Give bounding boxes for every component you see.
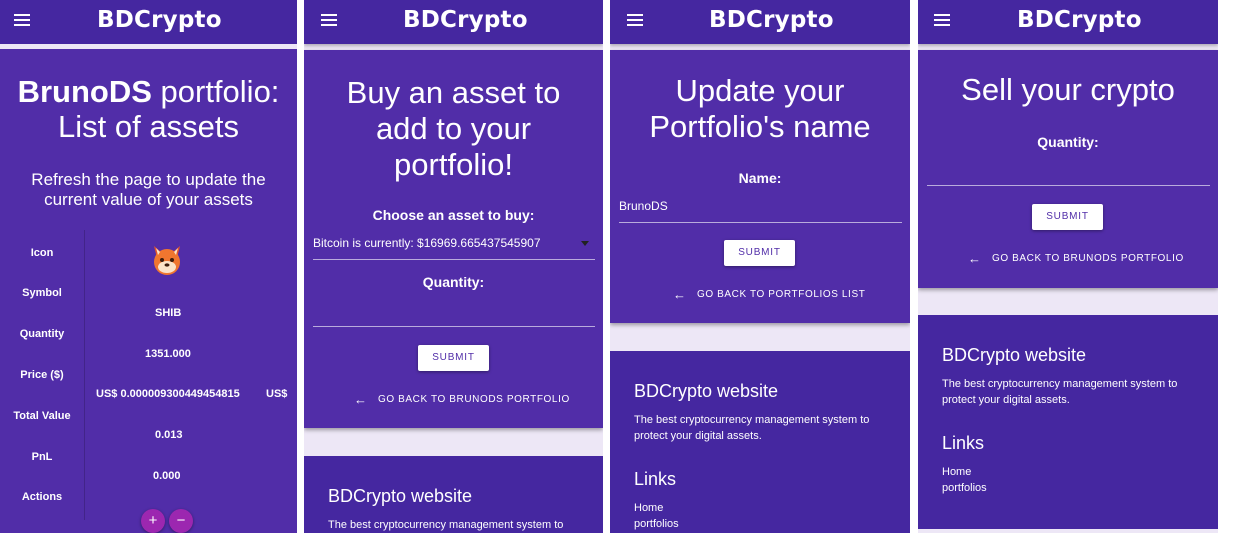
back-button-label: GO BACK TO PORTFOLIOS LIST: [697, 289, 866, 300]
app-bar: BDCrypto: [0, 0, 297, 44]
back-button-label: GO BACK TO BRUNODS PORTFOLIO: [378, 394, 570, 405]
app-title: BDCrypto: [97, 7, 222, 33]
back-button-label: GO BACK TO BRUNODS PORTFOLIO: [992, 253, 1184, 264]
app-title: BDCrypto: [709, 7, 834, 33]
quantity-input[interactable]: [927, 159, 1210, 186]
app-bar: BDCrypto: [610, 0, 910, 44]
shiba-inu-icon: [150, 243, 184, 277]
quantity-underline: [313, 326, 595, 327]
footer-text-line1: The best cryptocurrency management syste…: [634, 414, 870, 426]
page-title: Buy an asset to add to your portfolio!: [304, 75, 603, 183]
label-price: Price ($): [20, 369, 64, 381]
footer: BDCrypto website The best cryptocurrency…: [610, 351, 910, 533]
name-underline: [619, 222, 902, 223]
dropdown-arrow-icon: [581, 241, 589, 246]
arrow-left-icon: ←: [673, 287, 687, 302]
app-bar: BDCrypto: [304, 0, 603, 44]
footer-link-portfolios[interactable]: portfolios: [942, 482, 987, 494]
sell-form-card: Sell your crypto Quantity: SUBMIT ← GO B…: [918, 50, 1218, 288]
asset-select[interactable]: Bitcoin is currently: $16969.66543754590…: [313, 234, 595, 260]
quantity-underline: [927, 185, 1210, 186]
title-line2: add to your: [375, 111, 532, 146]
submit-button[interactable]: SUBMIT: [1032, 204, 1103, 230]
title-line2: Portfolio's name: [649, 109, 871, 144]
screen-buy-asset: BDCrypto Buy an asset to add to your por…: [304, 0, 603, 533]
label-icon: Icon: [30, 247, 54, 259]
label-symbol: Symbol: [22, 287, 62, 299]
plus-icon: +: [148, 512, 158, 529]
page-title: Sell your crypto: [961, 72, 1175, 107]
asset-price-suffix: US$: [266, 388, 288, 400]
footer-description: The best cryptocurrency management syste…: [634, 412, 869, 444]
footer-links-title: Links: [942, 433, 985, 453]
footer-description: The best cryptocurrency management syste…: [328, 519, 564, 531]
asset-quantity: 1351.000: [145, 348, 191, 360]
portfolio-name: BrunoDS: [17, 74, 152, 109]
quantity-label: Quantity:: [1037, 134, 1099, 150]
choose-asset-label: Choose an asset to buy:: [372, 207, 535, 223]
menu-icon[interactable]: [934, 14, 950, 26]
label-actions: Actions: [21, 491, 63, 503]
footer-link-home[interactable]: Home: [634, 502, 663, 514]
quantity-input[interactable]: [313, 300, 595, 327]
asset-price: US$ 0.000009300449454815: [96, 388, 240, 400]
title-line3: portfolio!: [394, 147, 513, 182]
footer-title: BDCrypto website: [634, 381, 779, 401]
menu-icon[interactable]: [321, 14, 337, 26]
label-pnl: PnL: [31, 451, 53, 463]
footer-link-home[interactable]: Home: [942, 466, 971, 478]
asset-select-value: Bitcoin is currently: $16969.66543754590…: [313, 236, 541, 250]
add-asset-button[interactable]: +: [141, 509, 165, 533]
asset-pnl: 0.000: [153, 470, 181, 482]
footer-title: BDCrypto website: [942, 345, 1087, 365]
remove-asset-button[interactable]: −: [169, 509, 193, 533]
subtitle: Refresh the page to update the current v…: [0, 170, 297, 210]
footer: BDCrypto website The best cryptocurrency…: [918, 315, 1218, 529]
page-title: Update your Portfolio's name: [610, 73, 910, 145]
app-bar: BDCrypto: [918, 0, 1218, 44]
select-underline: [313, 259, 595, 260]
title-line2: List of assets: [58, 109, 239, 144]
screen-portfolio-assets: BDCrypto BrunoDS portfolio: List of asse…: [0, 0, 297, 533]
footer-text-line2: protect your digital assets.: [942, 394, 1070, 406]
submit-button[interactable]: SUBMIT: [418, 345, 489, 371]
title-line1: Buy an asset to: [346, 75, 561, 110]
footer-description: The best cryptocurrency management syste…: [942, 376, 1177, 408]
footer-links-title: Links: [634, 469, 677, 489]
subtitle-line1: Refresh the page to update the: [31, 170, 266, 189]
submit-button[interactable]: SUBMIT: [724, 240, 795, 266]
screen-update-portfolio-name: BDCrypto Update your Portfolio's name Na…: [610, 0, 910, 533]
divider: [0, 44, 297, 49]
app-title: BDCrypto: [1017, 7, 1142, 33]
buy-form-card: Buy an asset to add to your portfolio! C…: [304, 50, 603, 428]
screen-sell-crypto: BDCrypto Sell your crypto Quantity: SUBM…: [918, 0, 1218, 533]
footer: BDCrypto website The best cryptocurrency…: [304, 456, 603, 533]
footer-text-line2: protect your digital assets.: [634, 430, 762, 442]
title-text: portfolio:: [151, 74, 280, 109]
asset-symbol: SHIB: [155, 307, 182, 319]
footer-link-portfolios[interactable]: portfolios: [634, 518, 679, 530]
label-quantity: Quantity: [19, 328, 65, 340]
menu-icon[interactable]: [627, 14, 643, 26]
app-title: BDCrypto: [403, 7, 528, 33]
footer-text-line1: The best cryptocurrency management syste…: [942, 378, 1178, 390]
arrow-left-icon: ←: [968, 251, 982, 266]
update-form-card: Update your Portfolio's name Name: Bruno…: [610, 50, 910, 323]
arrow-left-icon: ←: [354, 392, 368, 407]
minus-icon: −: [176, 512, 186, 529]
label-total-value: Total Value: [13, 410, 71, 422]
title-line1: Update your: [675, 73, 845, 108]
name-label: Name:: [738, 170, 782, 186]
quantity-label: Quantity:: [422, 274, 485, 290]
menu-icon[interactable]: [14, 14, 30, 26]
page-title: BrunoDS portfolio: List of assets: [0, 74, 297, 144]
name-input[interactable]: BrunoDS: [619, 196, 902, 223]
asset-total-value: 0.013: [155, 429, 183, 441]
table-divider: [84, 230, 85, 520]
footer-title: BDCrypto website: [328, 486, 473, 506]
subtitle-line2: current value of your assets: [44, 190, 253, 209]
name-input-value: BrunoDS: [619, 199, 668, 213]
